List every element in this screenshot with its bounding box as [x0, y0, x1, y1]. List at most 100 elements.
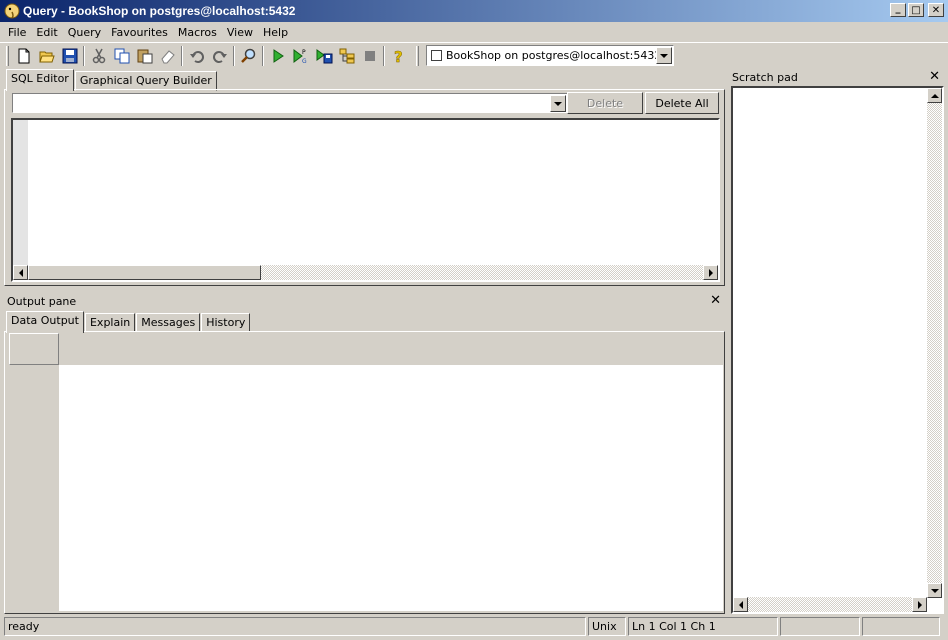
tab-graphical-query-builder[interactable]: Graphical Query Builder	[74, 71, 217, 91]
status-text: ready	[4, 617, 586, 636]
scratch-pad-textarea[interactable]	[731, 86, 944, 614]
toolbar-separator	[262, 45, 264, 66]
status-cell-empty	[862, 617, 940, 636]
close-output-pane-icon[interactable]: ✕	[710, 293, 721, 308]
status-cursor-position: Ln 1 Col 1 Ch 1	[628, 617, 778, 636]
close-window-button[interactable]: ✕	[928, 3, 944, 17]
svg-text:?: ?	[394, 48, 403, 64]
scroll-up-button[interactable]	[927, 88, 942, 103]
save-button[interactable]	[58, 45, 81, 67]
scroll-left-button[interactable]	[733, 597, 748, 612]
app-elephant-icon	[4, 3, 20, 19]
redo-icon	[212, 50, 227, 63]
menu-view[interactable]: View	[222, 26, 258, 39]
data-output-grid[interactable]	[59, 365, 723, 611]
data-output-body	[4, 331, 725, 614]
delete-button[interactable]: Delete	[567, 92, 643, 114]
close-scratch-pad-icon[interactable]: ✕	[929, 69, 940, 84]
minimize-button[interactable]: _	[890, 3, 906, 17]
output-pane-title: Output pane	[7, 294, 77, 308]
execute-pgscript-button[interactable]: PG	[289, 45, 312, 67]
paste-button[interactable]	[133, 45, 156, 67]
tab-messages[interactable]: Messages	[136, 313, 201, 333]
tab-explain[interactable]: Explain	[84, 313, 136, 333]
scratch-pad-header: Scratch pad ✕	[729, 68, 944, 86]
menu-query[interactable]: Query	[63, 26, 106, 39]
editor-horizontal-scrollbar[interactable]	[13, 265, 718, 280]
menu-favourites[interactable]: Favourites	[106, 26, 173, 39]
execute-icon	[273, 48, 284, 63]
cancel-icon	[364, 50, 375, 61]
toolbar-grip[interactable]	[416, 45, 419, 66]
sql-editor-body: Delete Delete All	[4, 89, 725, 286]
menu-file[interactable]: File	[3, 26, 31, 39]
execute-to-file-icon	[316, 48, 332, 63]
find-button[interactable]	[237, 45, 260, 67]
maximize-button[interactable]: □	[908, 3, 924, 17]
query-history-select[interactable]	[12, 93, 568, 113]
connection-checkbox[interactable]	[431, 50, 442, 61]
undo-button[interactable]	[185, 45, 208, 67]
sql-editor-textarea[interactable]	[11, 118, 720, 282]
arrow-right-icon	[708, 268, 713, 277]
menu-help[interactable]: Help	[258, 26, 293, 39]
svg-text:G: G	[302, 58, 307, 65]
history-dropdown-button[interactable]	[550, 95, 566, 112]
arrow-left-icon	[738, 600, 743, 609]
menu-edit[interactable]: Edit	[31, 26, 62, 39]
connection-select[interactable]: BookShop on postgres@localhost:5432	[426, 45, 674, 66]
cut-button[interactable]	[87, 45, 110, 67]
clear-icon	[160, 49, 175, 63]
open-icon	[38, 51, 55, 62]
open-button[interactable]	[35, 45, 58, 67]
new-button[interactable]	[12, 45, 35, 67]
cut-icon	[92, 48, 105, 63]
execute-button[interactable]	[266, 45, 289, 67]
sql-panel: SQL Editor Graphical Query Builder Delet…	[4, 68, 725, 288]
scroll-down-button[interactable]	[927, 583, 942, 598]
clear-button[interactable]	[156, 45, 179, 67]
output-pane: Output pane ✕ Data Output Explain Messag…	[4, 292, 725, 614]
help-button[interactable]: ?	[387, 45, 410, 67]
output-tabs: Data Output Explain Messages History	[6, 311, 251, 333]
scratch-horizontal-scrollbar[interactable]	[733, 597, 927, 612]
scroll-left-button[interactable]	[13, 265, 28, 280]
execute-to-file-button[interactable]	[312, 45, 335, 67]
title-bar: Query - BookShop on postgres@localhost:5…	[0, 0, 948, 22]
grid-corner-cell[interactable]	[9, 333, 59, 365]
tab-sql-editor[interactable]: SQL Editor	[6, 69, 74, 91]
find-icon	[240, 48, 255, 63]
status-line-ending: Unix	[588, 617, 626, 636]
copy-button[interactable]	[110, 45, 133, 67]
scratch-pad-title: Scratch pad	[732, 70, 798, 84]
toolbar: PG ? BookShop on postgres@localhost:5432	[0, 42, 948, 68]
explain-icon	[339, 48, 354, 63]
toolbar-separator	[383, 45, 385, 66]
maximize-icon: □	[911, 4, 921, 16]
redo-button[interactable]	[208, 45, 231, 67]
scroll-right-button[interactable]	[912, 597, 927, 612]
chevron-down-icon	[554, 101, 562, 106]
explain-button[interactable]	[335, 45, 358, 67]
toolbar-separator	[181, 45, 183, 66]
chevron-down-icon	[660, 53, 668, 58]
arrow-left-icon	[18, 268, 23, 277]
arrow-up-icon	[930, 93, 939, 98]
connection-label: BookShop on postgres@localhost:5432	[446, 49, 662, 62]
menu-macros[interactable]: Macros	[173, 26, 222, 39]
toolbar-grip[interactable]	[6, 45, 9, 66]
scratch-vertical-scrollbar[interactable]	[927, 88, 942, 598]
new-icon	[18, 48, 29, 63]
scroll-right-button[interactable]	[703, 265, 718, 280]
grid-column-header	[59, 333, 723, 365]
delete-all-button[interactable]: Delete All	[645, 92, 719, 114]
connection-dropdown-button[interactable]	[656, 47, 672, 64]
cancel-button[interactable]	[358, 45, 381, 67]
paste-icon	[137, 49, 152, 63]
toolbar-separator	[233, 45, 235, 66]
tab-history[interactable]: History	[201, 313, 251, 333]
window-title: Query - BookShop on postgres@localhost:5…	[23, 4, 296, 18]
copy-icon	[114, 48, 129, 63]
scroll-thumb[interactable]	[28, 265, 261, 280]
tab-data-output[interactable]: Data Output	[6, 311, 84, 333]
